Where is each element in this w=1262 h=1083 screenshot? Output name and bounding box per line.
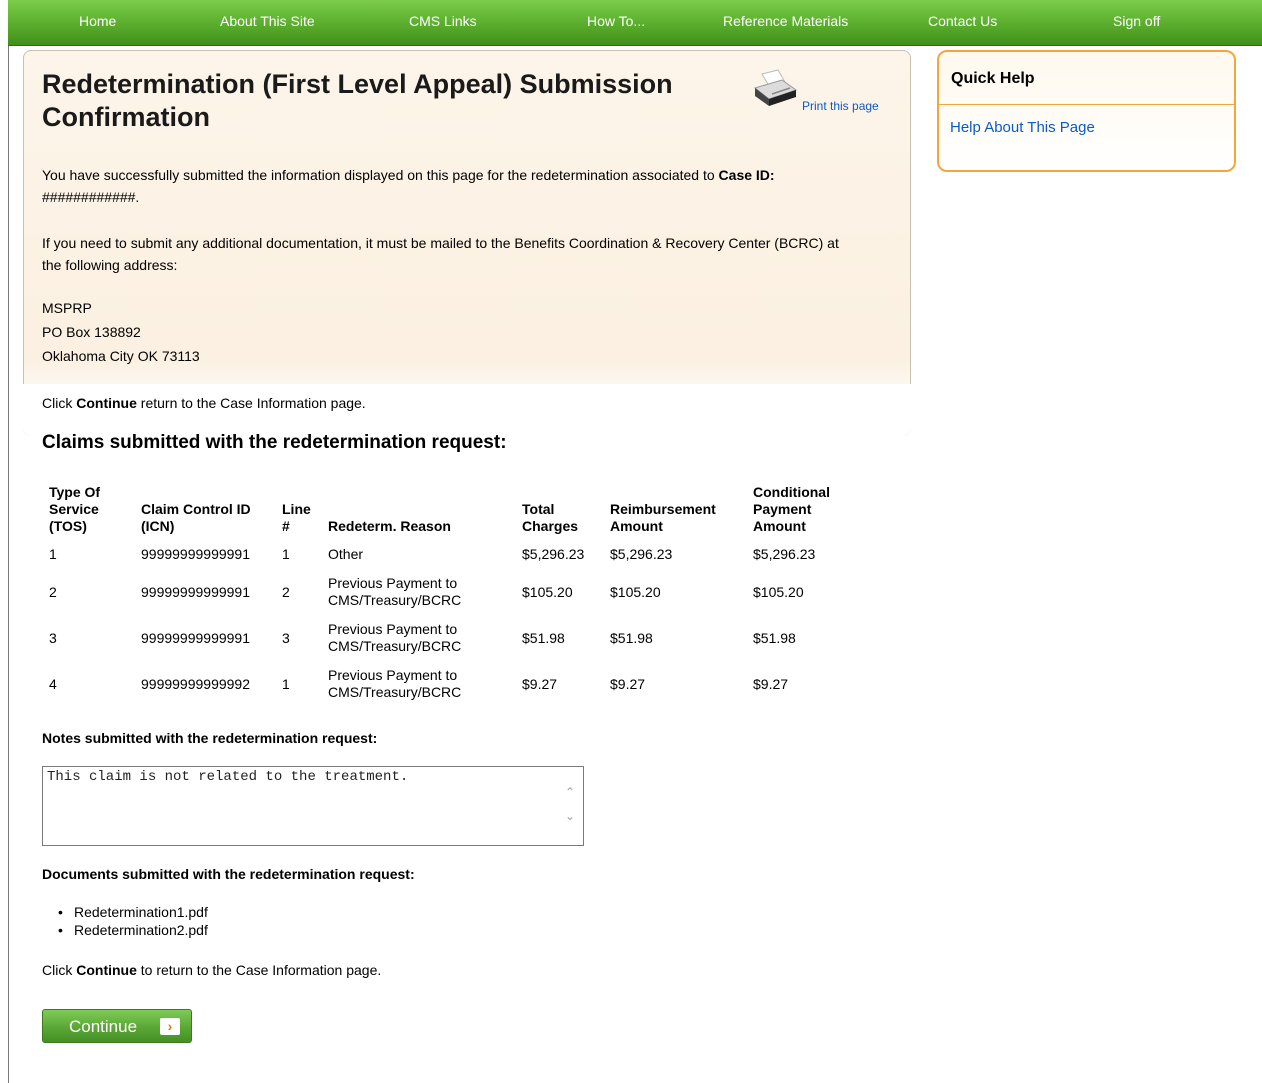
cell-cond: $105.20 [753, 583, 804, 600]
case-id-value: ############. [42, 189, 140, 205]
notes-label: Notes submitted with the redetermination… [42, 730, 378, 746]
cell-tos: 1 [49, 545, 57, 562]
help-about-page-link[interactable]: Help About This Page [950, 119, 1095, 136]
mail-notice: If you need to submit any additional doc… [42, 235, 839, 273]
cell-icn: 99999999999991 [141, 629, 251, 646]
notes-textarea[interactable] [42, 766, 584, 846]
nav-cms-links[interactable]: CMS Links [409, 13, 477, 29]
cell-total: $5,296.23 [522, 545, 585, 562]
scroll-up-icon[interactable]: ⌃ [562, 780, 578, 804]
print-page-link[interactable]: Print this page [802, 99, 879, 113]
cell-reimb: $51.98 [610, 629, 653, 646]
cell-reason: Previous Payment to CMS/Treasury/BCRC [328, 667, 462, 700]
claims-table: Type Of Service (TOS) Claim Control ID (… [43, 480, 843, 707]
table-row: 3 99999999999991 3 Previous Payment to C… [43, 615, 843, 661]
documents-list: Redetermination1.pdf Redetermination2.pd… [58, 903, 208, 939]
table-row: 2 99999999999991 2 Previous Payment to C… [43, 569, 843, 615]
col-line: Line # [282, 501, 311, 534]
cell-line: 3 [282, 629, 290, 646]
continue-button[interactable]: Continue › [42, 1009, 192, 1043]
nav-contact-us[interactable]: Contact Us [928, 13, 997, 29]
cell-icn: 99999999999992 [141, 675, 251, 692]
nav-about-this-site[interactable]: About This Site [220, 13, 315, 29]
cell-cond: $9.27 [753, 675, 789, 692]
cell-reimb: $5,296.23 [610, 545, 673, 562]
cell-reason: Other [328, 545, 364, 562]
documents-label: Documents submitted with the redetermina… [42, 866, 415, 882]
cell-icn: 99999999999991 [141, 545, 251, 562]
instruction-bold: Continue [76, 962, 137, 978]
instruction-prefix: Click [42, 395, 77, 411]
scroll-down-icon[interactable]: ⌄ [562, 804, 578, 828]
col-total-charges: Total Charges [522, 501, 579, 534]
cell-cond: $51.98 [753, 629, 796, 646]
cell-tos: 4 [49, 675, 57, 692]
cell-icn: 99999999999991 [141, 583, 251, 600]
cell-line: 2 [282, 583, 290, 600]
nav-home[interactable]: Home [79, 13, 116, 29]
arrow-right-icon: › [160, 1018, 180, 1035]
cell-reason: Previous Payment to CMS/Treasury/BCRC [328, 621, 462, 654]
nav-how-to[interactable]: How To... [587, 13, 645, 29]
quick-help-divider [939, 104, 1234, 105]
col-conditional-payment: Conditional Payment Amount [753, 484, 830, 534]
cell-total: $9.27 [522, 675, 558, 692]
notes-scrollbar[interactable]: ⌃ ⌄ [562, 780, 578, 832]
col-tos: Type Of Service (TOS) [49, 484, 101, 534]
cell-reimb: $9.27 [610, 675, 646, 692]
cell-reason: Previous Payment to CMS/Treasury/BCRC [328, 575, 462, 608]
instruction-prefix: Click [42, 962, 77, 978]
list-item: Redetermination2.pdf [58, 921, 208, 939]
quick-help-title: Quick Help [951, 70, 1035, 87]
cell-reimb: $105.20 [610, 583, 661, 600]
continue-instruction-bottom: Click Continue to return to the Case Inf… [42, 962, 381, 978]
page-title: Redetermination (First Level Appeal) Sub… [42, 69, 673, 132]
cell-cond: $5,296.23 [753, 545, 816, 562]
table-row: 1 99999999999991 1 Other $5,296.23 $5,29… [43, 539, 843, 569]
instruction-suffix: return to the Case Information page. [136, 395, 366, 411]
address-line-2: PO Box 138892 [42, 324, 141, 340]
cell-total: $51.98 [522, 629, 565, 646]
instruction-suffix: to return to the Case Information page. [136, 962, 382, 978]
top-nav-bar: Home About This Site CMS Links How To...… [8, 0, 1262, 46]
claims-heading: Claims submitted with the redeterminatio… [42, 432, 507, 453]
success-text: You have successfully submitted the info… [42, 167, 719, 183]
cell-tos: 2 [49, 583, 57, 600]
table-row: 4 99999999999992 1 Previous Payment to C… [43, 661, 843, 707]
case-id-label: Case ID: [718, 167, 775, 183]
address-line-3: Oklahoma City OK 73113 [42, 348, 200, 364]
address-line-1: MSPRP [42, 300, 92, 316]
printer-icon[interactable] [752, 68, 798, 108]
continue-instruction-top: Click Continue return to the Case Inform… [42, 395, 366, 411]
list-item: Redetermination1.pdf [58, 903, 208, 921]
instruction-bold: Continue [76, 395, 137, 411]
continue-label: Continue [69, 1017, 138, 1036]
success-message: You have successfully submitted the info… [42, 164, 872, 208]
nav-reference-materials[interactable]: Reference Materials [723, 13, 848, 29]
cell-line: 1 [282, 545, 290, 562]
col-icn: Claim Control ID (ICN) [141, 501, 251, 534]
claims-header-row: Type Of Service (TOS) Claim Control ID (… [43, 480, 843, 539]
cell-line: 1 [282, 675, 290, 692]
cell-tos: 3 [49, 629, 57, 646]
col-reimbursement: Reimbursement Amount [610, 501, 716, 534]
cell-total: $105.20 [522, 583, 573, 600]
quick-help-box: Quick Help Help About This Page [937, 50, 1236, 172]
nav-sign-off[interactable]: Sign off [1113, 13, 1160, 29]
col-reason: Redeterm. Reason [328, 518, 451, 534]
